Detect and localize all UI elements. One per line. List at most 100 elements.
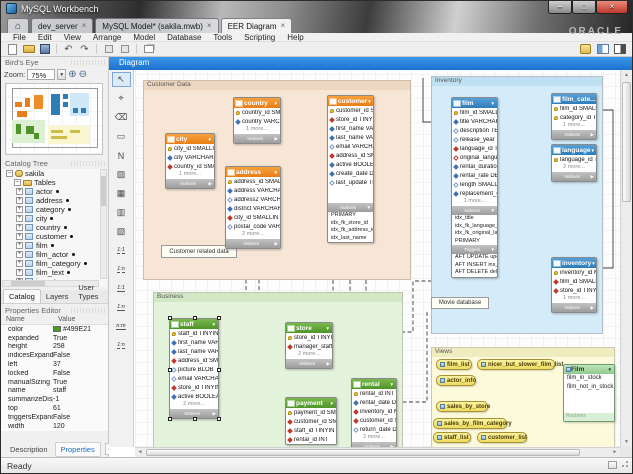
rel-1-1-non-identifying-tool[interactable]: 1:1 <box>112 243 131 258</box>
undo-button[interactable]: ↶ <box>62 44 75 55</box>
tree-item-actor[interactable]: +actor <box>2 187 107 196</box>
rel-1-n-existing-columns-tool[interactable]: 1:n <box>112 338 131 353</box>
zoom-in-icon[interactable]: ⊕ <box>68 70 76 80</box>
menu-view[interactable]: View <box>58 33 87 42</box>
bottom-tab-properties[interactable]: Properties <box>55 442 101 457</box>
collapse-arrow-icon[interactable]: ▼ <box>591 261 595 266</box>
search-options-button[interactable] <box>579 43 592 54</box>
tree-item-city[interactable]: +city <box>2 214 107 223</box>
tree-expander-icon[interactable]: – <box>6 170 13 177</box>
tree-expander-icon[interactable]: + <box>16 242 23 249</box>
menu-help[interactable]: Help <box>281 33 309 42</box>
indexes-footer[interactable]: Indexes▶ <box>552 130 596 139</box>
tree-item-category[interactable]: +category <box>2 205 107 214</box>
tree-item-film_actor[interactable]: +film_actor <box>2 250 107 259</box>
property-row-indicesExpanded[interactable]: indicesExpandedFalse <box>1 351 108 360</box>
tab-eer[interactable]: EER Diagram× <box>221 18 293 33</box>
property-row-top[interactable]: top61 <box>1 404 108 413</box>
selection-handle[interactable] <box>168 316 172 320</box>
view-film_list[interactable]: film_list <box>436 359 472 370</box>
rel-1-n-non-identifying-tool[interactable]: 1:n <box>112 262 131 277</box>
table-customer[interactable]: customer▼customer_id SMALL...store_id TI… <box>327 95 374 243</box>
note-tool[interactable]: N <box>112 148 131 163</box>
property-row-height[interactable]: height258 <box>1 343 108 352</box>
tree-item-tables[interactable]: –Tables <box>2 178 107 187</box>
more-columns-row[interactable]: 2 more... <box>352 434 396 442</box>
collapse-arrow-icon[interactable]: ▼ <box>591 148 595 153</box>
minimize-button[interactable]: – <box>548 1 572 14</box>
selection-handle[interactable] <box>193 417 197 421</box>
table-inventory[interactable]: inventory▼inventory_id MEDI...film_id SM… <box>551 257 597 313</box>
collapse-arrow-icon[interactable]: ▼ <box>326 326 330 331</box>
selection-handle[interactable] <box>217 417 221 421</box>
selection-handle[interactable] <box>217 316 221 320</box>
tab-close-icon[interactable]: × <box>207 22 212 30</box>
layer-tool[interactable]: ▭ <box>112 129 131 144</box>
collapse-arrow-icon[interactable]: ▼ <box>491 101 495 106</box>
routine-group-tool[interactable]: ▧ <box>112 224 131 239</box>
save-model-button[interactable] <box>38 44 51 55</box>
collapse-arrow-icon[interactable]: ▼ <box>390 382 394 387</box>
menu-model[interactable]: Model <box>127 33 161 42</box>
selection-handle[interactable] <box>193 316 197 320</box>
more-columns-row[interactable]: 1 more... <box>234 126 280 134</box>
property-row-width[interactable]: width120 <box>1 422 108 431</box>
collapse-arrow-icon[interactable]: ▼ <box>208 137 212 142</box>
view-staff_list[interactable]: staff_list <box>433 432 471 443</box>
table-city[interactable]: city▼city_id SMALLINTcity VARCHAR(50)cou… <box>165 133 215 189</box>
toggle-grid-button[interactable] <box>102 44 115 55</box>
collapse-arrow-icon[interactable]: ▼ <box>330 401 334 406</box>
menu-database[interactable]: Database <box>161 33 207 42</box>
indexes-footer[interactable]: Indexes▶ <box>286 359 332 368</box>
table-language[interactable]: language▼language_id TINY...2 more...Ind… <box>551 144 597 182</box>
view-actor_info[interactable]: actor_info <box>436 375 476 386</box>
tree-item-film[interactable]: +film <box>2 241 107 250</box>
new-document-button[interactable] <box>6 44 19 55</box>
collapse-arrow-icon[interactable]: ▼ <box>274 101 278 106</box>
routine-group-film[interactable]: Film▼film_in_stockfilm_not_in_stockRouti… <box>563 364 615 422</box>
table-rental[interactable]: rental▼rental_id INTrental_date DATE...i… <box>351 378 397 447</box>
tab-home[interactable]: ⌂ <box>7 18 29 33</box>
tab-dev_server[interactable]: dev_server× <box>31 18 93 33</box>
tab-mysql[interactable]: MySQL Model* (sakila.mwb)× <box>95 18 218 33</box>
table-tool[interactable]: ▦ <box>112 186 131 201</box>
menu-file[interactable]: File <box>7 33 32 42</box>
property-row-summarizeDisplay[interactable]: summarizeDisplay-1 <box>1 395 108 404</box>
diagram-canvas[interactable]: Customer DataInventoryBusinessViewscount… <box>135 70 620 447</box>
more-columns-row[interactable]: 1 more... <box>452 198 497 206</box>
menu-scripting[interactable]: Scripting <box>238 33 281 42</box>
more-columns-row[interactable]: 1 more... <box>166 171 214 179</box>
tree-expander-icon[interactable]: + <box>16 197 23 204</box>
rel-n-m-identifying-tool[interactable]: n:m <box>112 319 131 334</box>
tree-expander-icon[interactable]: – <box>14 179 21 186</box>
note-movie-database[interactable]: Movie database <box>431 297 489 309</box>
rel-1-n-identifying-tool[interactable]: 1:n <box>112 300 131 315</box>
birds-eye-minimap[interactable] <box>5 83 103 155</box>
more-columns-row[interactable]: 2 more... <box>226 231 280 239</box>
collapse-arrow-icon[interactable]: ▼ <box>367 99 371 104</box>
triggers-section-header[interactable]: Triggers▼ <box>452 245 497 254</box>
indexes-footer[interactable]: Indexes▶ <box>352 442 396 447</box>
redo-button[interactable]: ↷ <box>78 44 91 55</box>
menu-arrange[interactable]: Arrange <box>87 33 127 42</box>
property-row-name[interactable]: namestaff <box>1 387 108 396</box>
property-row-color[interactable]: color#499E21 <box>1 325 108 334</box>
menu-edit[interactable]: Edit <box>32 33 58 42</box>
tree-item-film_text[interactable]: +film_text <box>2 268 107 277</box>
tree-expander-icon[interactable]: + <box>16 269 23 276</box>
indexes-section-header[interactable]: Indexes▼ <box>452 206 497 215</box>
tree-item-country[interactable]: +country <box>2 223 107 232</box>
menu-tools[interactable]: Tools <box>207 33 238 42</box>
toggle-align-button[interactable] <box>118 44 131 55</box>
rel-1-1-identifying-tool[interactable]: 1:1 <box>112 281 131 296</box>
collapse-arrow-icon[interactable]: ▼ <box>274 170 278 175</box>
indexes-footer[interactable]: Indexes▶ <box>166 179 214 188</box>
tree-expander-icon[interactable]: + <box>16 224 23 231</box>
pan-tool[interactable]: ⌖ <box>112 91 131 106</box>
property-row-expanded[interactable]: expandedTrue <box>1 334 108 343</box>
tree-expander-icon[interactable]: + <box>16 233 23 240</box>
zoom-out-icon[interactable]: ⊖ <box>79 70 87 80</box>
indexes-footer[interactable]: Indexes▶ <box>234 134 280 143</box>
indexes-section-header[interactable]: Indexes▼ <box>328 203 373 212</box>
tree-expander-icon[interactable]: + <box>16 251 23 258</box>
